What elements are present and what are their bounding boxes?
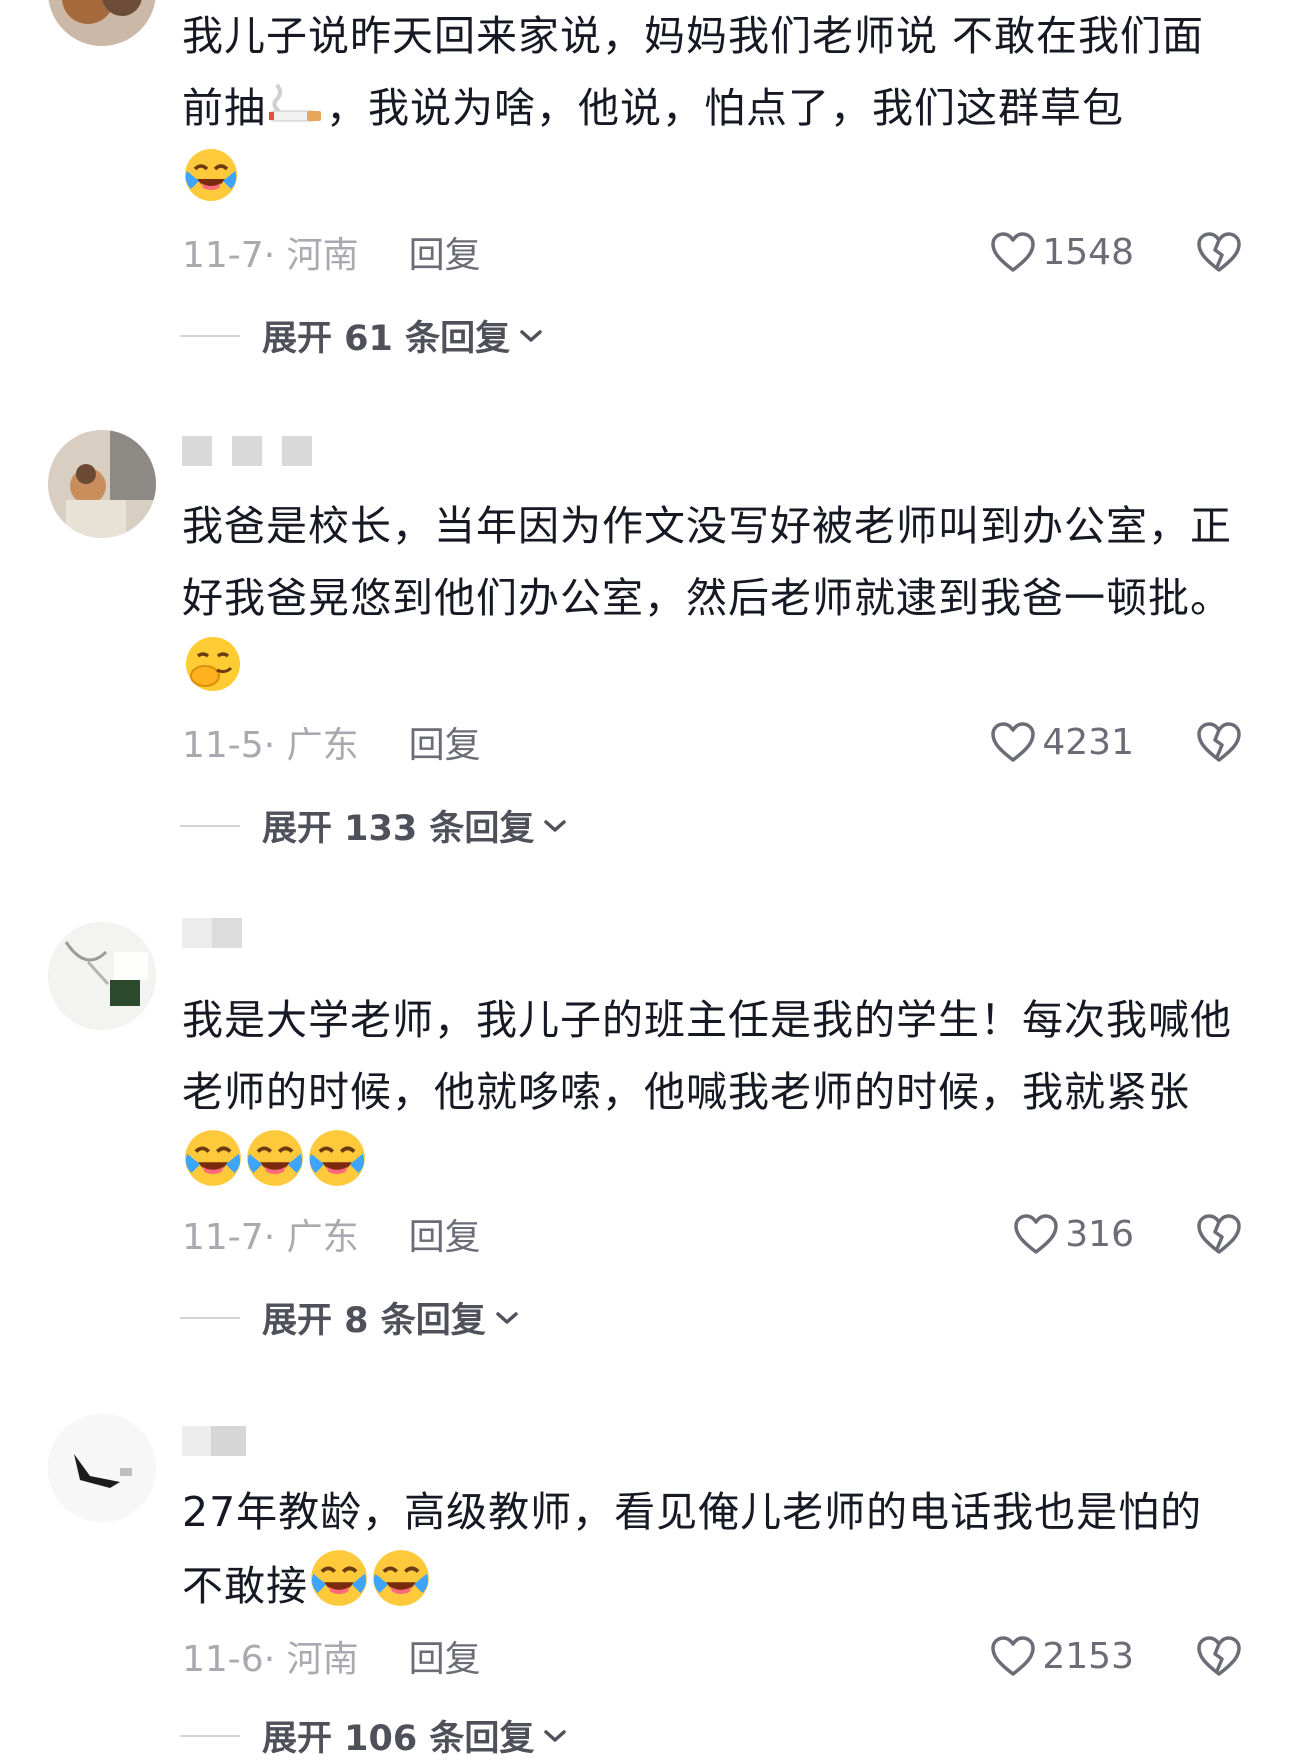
avatar[interactable]	[48, 0, 156, 46]
chevron-down-icon	[518, 327, 544, 345]
avatar[interactable]	[48, 430, 156, 538]
crying-laughing-emoji	[371, 1548, 431, 1630]
comment-date: 11-5· 广东	[182, 725, 359, 766]
crying-laughing-emoji	[309, 1548, 369, 1630]
avatar[interactable]	[48, 1414, 156, 1522]
heart-icon	[991, 1636, 1036, 1676]
like-count: 316	[1065, 1213, 1134, 1255]
comment-date: 11-7· 河南	[182, 235, 359, 276]
expand-replies-button[interactable]: 展开 133 条回复	[180, 800, 568, 851]
username-masked[interactable]	[182, 918, 242, 948]
like-button[interactable]: 1548	[990, 231, 1134, 273]
divider-line	[180, 334, 240, 337]
expand-label: 展开 133 条回复	[262, 809, 535, 849]
expand-replies-button[interactable]: 展开 8 条回复	[180, 1292, 520, 1343]
dislike-button[interactable]	[1196, 1635, 1242, 1677]
dislike-button[interactable]	[1196, 231, 1242, 273]
comment-text: 27年教龄，高级教师，看见俺儿老师的电话我也是怕的不敢接	[182, 1476, 1242, 1630]
avatar[interactable]	[48, 922, 156, 1030]
reply-button[interactable]: 回复	[409, 1208, 481, 1260]
comment-text: 我是大学老师，我儿子的班主任是我的学生！每次我喊他老师的时候，他就哆嗦，他喊我老…	[182, 984, 1242, 1210]
broken-heart-icon	[1197, 232, 1241, 272]
divider-line	[180, 824, 240, 827]
broken-heart-icon	[1197, 1214, 1241, 1254]
chevron-down-icon	[542, 817, 568, 835]
crying-laughing-emoji	[307, 1128, 367, 1210]
comment-meta: 11-7· 河南 回复 1548	[182, 228, 1242, 276]
comment-meta: 11-7· 广东 回复 316	[182, 1210, 1242, 1258]
dislike-button[interactable]	[1196, 721, 1242, 763]
hand-over-mouth-emoji	[183, 634, 243, 716]
like-button[interactable]: 316	[1013, 1213, 1134, 1255]
comment-text: 我爸是校长，当年因为作文没写好被老师叫到办公室，正好我爸晃悠到他们办公室，然后老…	[182, 490, 1242, 716]
broken-heart-icon	[1197, 722, 1241, 762]
heart-icon	[991, 722, 1036, 762]
chevron-down-icon	[494, 1309, 520, 1327]
comment-text: 我儿子说昨天回来家说，妈妈我们老师说 不敢在我们面前抽 ，我说为啥，他说，怕点了…	[182, 0, 1242, 225]
like-button[interactable]: 4231	[990, 721, 1134, 763]
heart-icon	[1014, 1214, 1059, 1254]
reply-button[interactable]: 回复	[409, 226, 481, 278]
heart-icon	[991, 232, 1036, 272]
crying-laughing-emoji	[183, 1128, 243, 1210]
reply-button[interactable]: 回复	[409, 1630, 481, 1682]
comment-date: 11-6· 河南	[182, 1639, 359, 1680]
like-count: 4231	[1042, 721, 1134, 763]
broken-heart-icon	[1197, 1636, 1241, 1676]
comment-date: 11-7· 广东	[182, 1217, 359, 1258]
divider-line	[180, 1316, 240, 1319]
reply-button[interactable]: 回复	[409, 716, 481, 768]
like-count: 2153	[1042, 1635, 1134, 1677]
cigarette-emoji	[267, 75, 325, 147]
crying-laughing-emoji	[183, 147, 239, 225]
username-masked[interactable]	[182, 436, 312, 466]
expand-label: 展开 8 条回复	[262, 1301, 486, 1341]
comment-meta: 11-6· 河南 回复 2153	[182, 1632, 1242, 1680]
username-masked[interactable]	[182, 1426, 246, 1456]
crying-laughing-emoji	[245, 1128, 305, 1210]
like-count: 1548	[1042, 231, 1134, 273]
like-button[interactable]: 2153	[990, 1635, 1134, 1677]
expand-replies-button[interactable]: 展开 61 条回复	[180, 310, 544, 361]
expand-label: 展开 61 条回复	[262, 319, 511, 359]
comment-meta: 11-5· 广东 回复 4231	[182, 718, 1242, 766]
dislike-button[interactable]	[1196, 1213, 1242, 1255]
